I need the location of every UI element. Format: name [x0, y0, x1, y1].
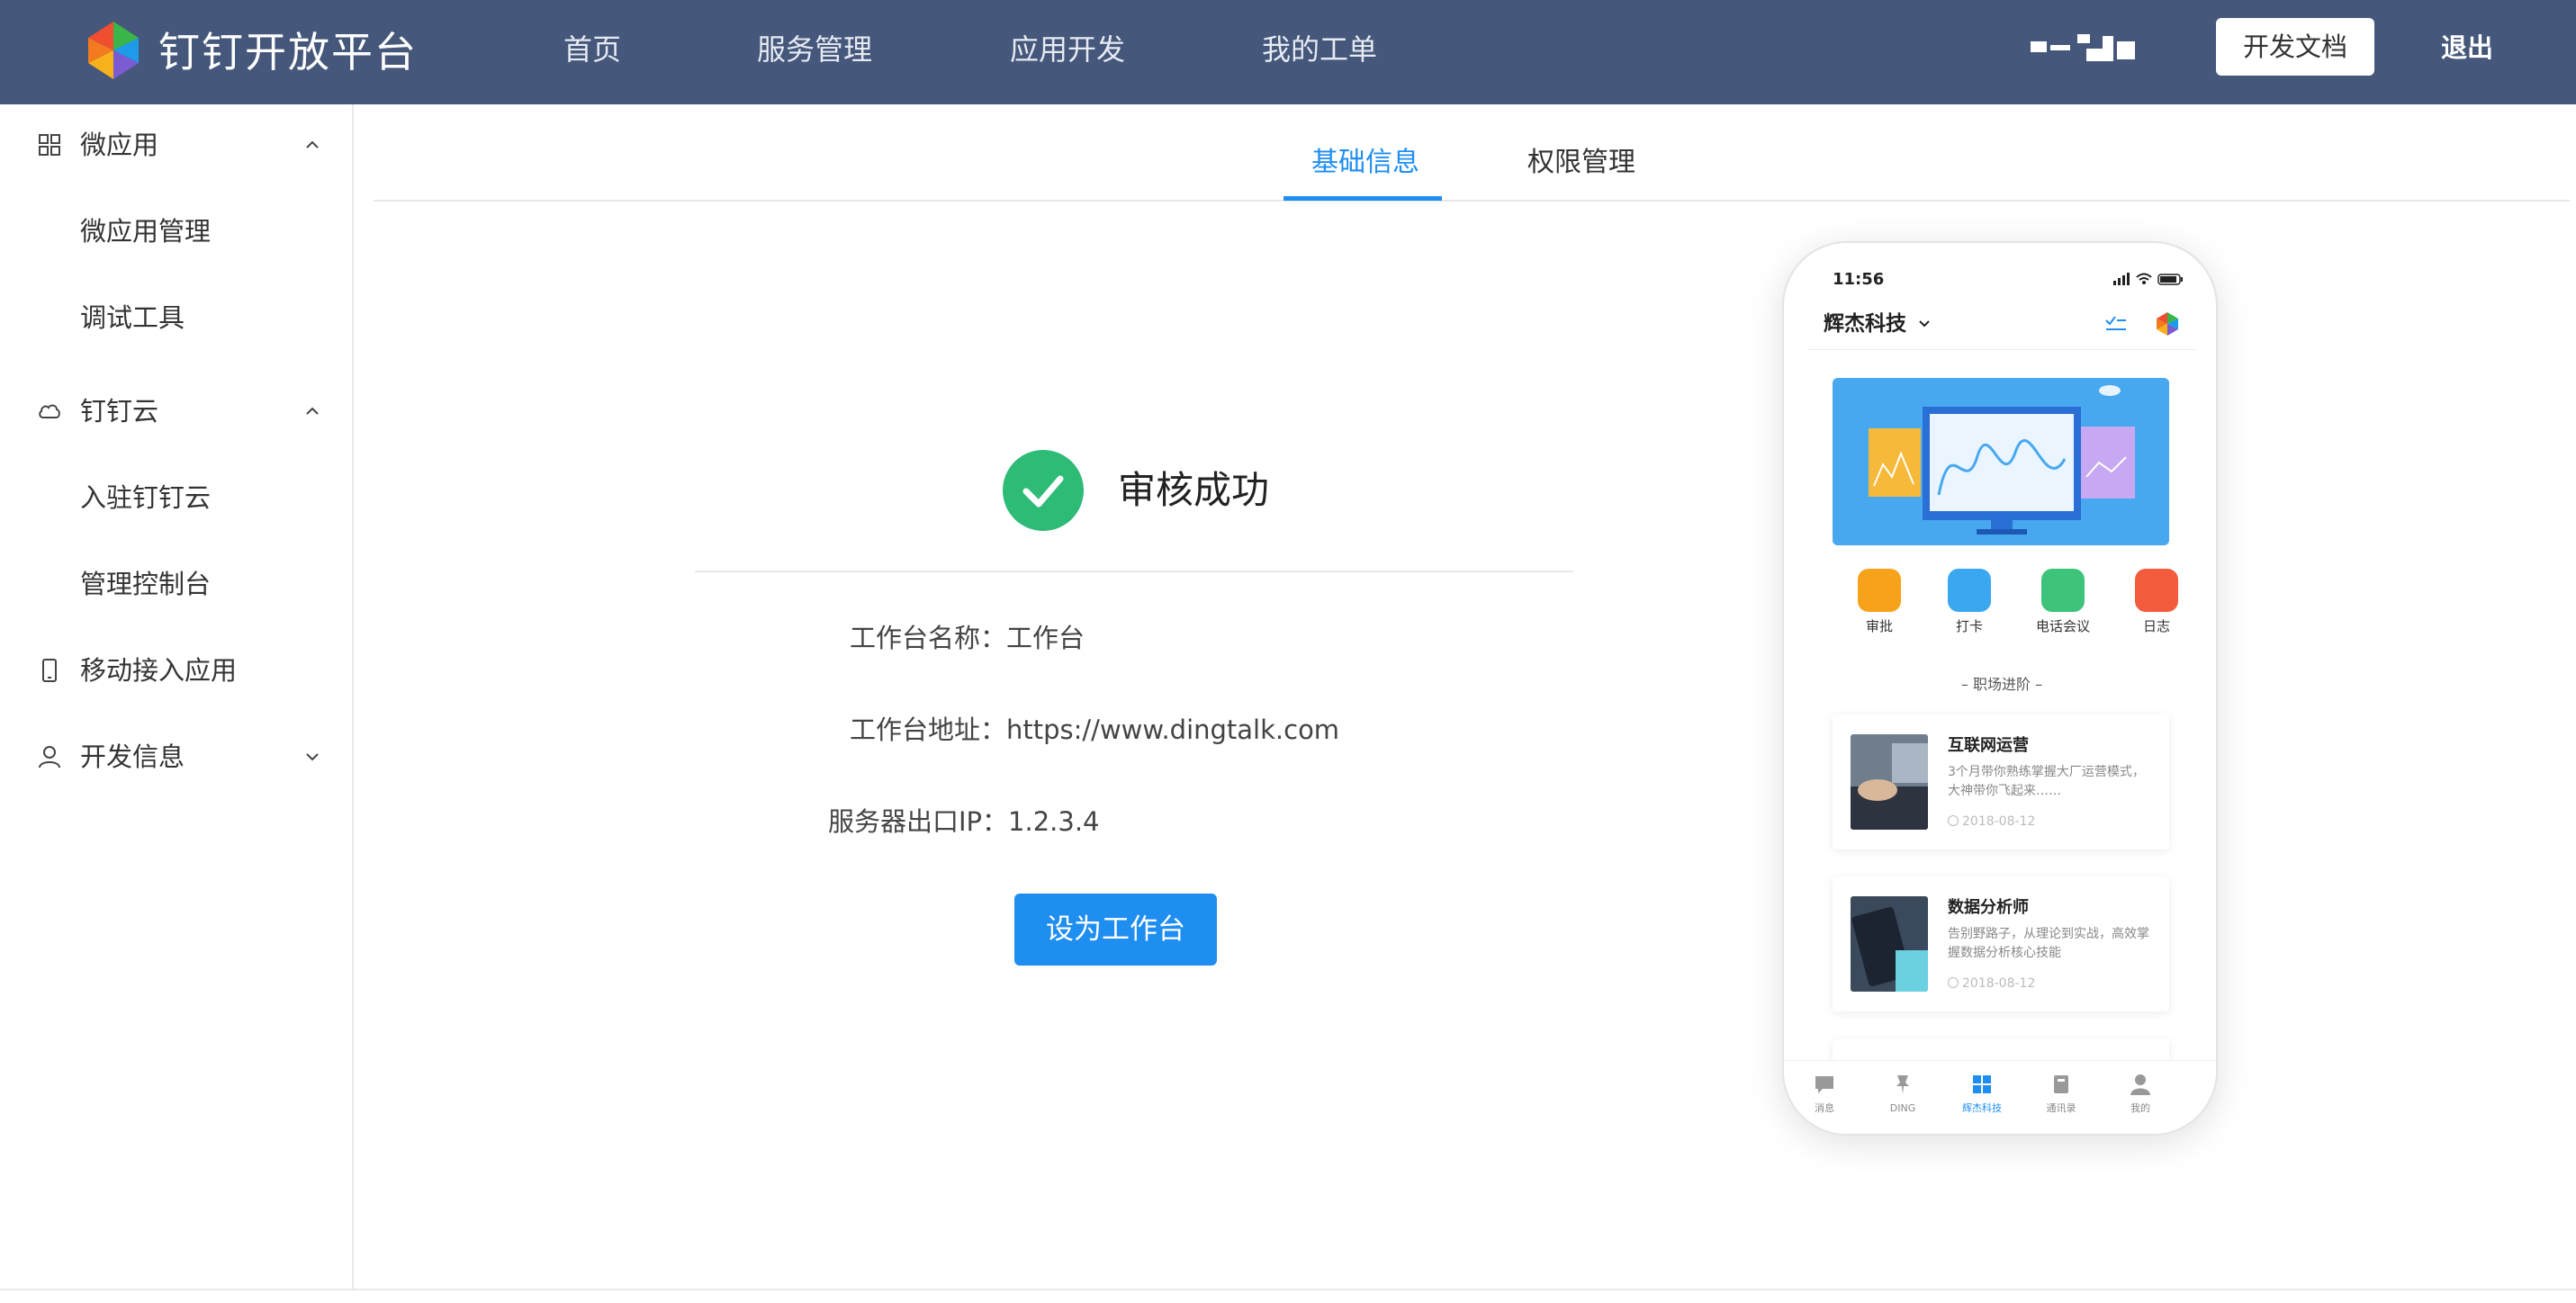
server-egress-ip: 服务器出口IP：1.2.3.4	[828, 806, 1100, 837]
status-bar-icons	[2113, 273, 2183, 285]
phone-app-label: 审批	[1865, 618, 1893, 634]
sidebar-group-label: 移动接入应用	[80, 655, 238, 686]
workbench-url: 工作台地址：https://www.dingtalk.com	[850, 714, 1340, 745]
course-title: 数据分析师	[1948, 898, 2029, 917]
top-header: 钉钉开放平台 首页 服务管理 应用开发 我的工单 开发文档 退出	[0, 0, 2576, 104]
course-thumbnail	[1851, 896, 1928, 992]
phone-tab-label: 辉杰科技	[1962, 1102, 2002, 1114]
page-bottom-border	[0, 1289, 2576, 1290]
phone-section-title: – 职场进阶 –	[1960, 676, 2043, 693]
sidebar-item-label: 管理控制台	[80, 569, 212, 599]
phone-header-separator	[1807, 349, 2196, 350]
sidebar-item-label: 调试工具	[80, 302, 185, 333]
sidebar-group-label: 微应用	[80, 130, 159, 160]
clock-icon	[1948, 815, 1959, 826]
course-date: 2018-08-12	[1948, 812, 2035, 831]
grid-icon	[39, 134, 60, 156]
chevron-down-icon	[1919, 320, 1930, 328]
course-thumbnail	[1851, 734, 1928, 830]
review-status-title: 审核成功	[1118, 468, 1270, 512]
workspace-grid-icon	[1973, 1075, 1991, 1093]
mobile-icon	[42, 659, 57, 682]
course-description: 告别野路子，从理论到实战，高效掌握数据分析核心技能	[1948, 927, 2149, 960]
course-description: 3个月带你熟练掌握大厂运营模式，大神带你飞起来……	[1948, 765, 2145, 798]
phone-course-card: 数据分析师 告别野路子，从理论到实战，高效掌握数据分析核心技能 2018-08-…	[1833, 876, 2169, 1011]
logout-link[interactable]: 退出	[2441, 25, 2493, 70]
sidebar-group-dingtalk-cloud[interactable]: 钉钉云	[0, 380, 352, 443]
sidebar-group-mobile-access[interactable]: 移动接入应用	[0, 639, 352, 702]
user-icon	[39, 746, 60, 768]
dev-docs-button[interactable]: 开发文档	[2216, 18, 2374, 76]
message-icon	[1815, 1076, 1833, 1093]
phone-company-name: 辉杰科技	[1824, 312, 1906, 336]
phone-time: 11:56	[1833, 270, 1885, 289]
success-check-icon	[1003, 450, 1084, 531]
phone-tab-label: 消息	[1815, 1102, 1834, 1114]
result-divider	[695, 571, 1573, 572]
phone-app-conference-icon	[2041, 569, 2085, 612]
phone-course-card: 互联网运营 3个月带你熟练掌握大厂运营模式，大神带你飞起来…… 2018-08-…	[1833, 714, 2169, 849]
cloud-icon	[39, 404, 60, 418]
dingtalk-mini-logo-icon	[2157, 312, 2178, 336]
set-as-workbench-button[interactable]: 设为工作台	[1014, 894, 1217, 966]
brand-title[interactable]: 钉钉开放平台	[158, 25, 418, 79]
sidebar-group-label: 钉钉云	[80, 396, 159, 427]
phone-banner-illustration	[1833, 378, 2169, 545]
person-icon	[2130, 1074, 2150, 1095]
phone-app-checkin-icon	[1948, 569, 1991, 612]
sidebar-item-join-dingtalk-cloud[interactable]: 入驻钉钉云	[0, 466, 352, 529]
course-date: 2018-08-12	[1948, 974, 2035, 993]
phone-tab-label: 我的	[2130, 1102, 2150, 1114]
phone-app-label: 日志	[2142, 618, 2170, 634]
chevron-down-icon	[306, 753, 319, 761]
phone-tab-label: DING	[1889, 1102, 1916, 1114]
phone-preview: 11:56 辉杰科技 审批 打卡 电话会议 日志 – 职场进阶 – 互联网运营 …	[1782, 241, 2218, 1136]
dingtalk-logo-icon[interactable]	[83, 20, 144, 81]
sidebar-item-label: 微应用管理	[80, 216, 212, 247]
phone-app-label: 电话会议	[2035, 618, 2090, 634]
sidebar-item-debug-tools[interactable]: 调试工具	[0, 286, 352, 349]
phone-app-label: 打卡	[1955, 618, 1983, 634]
clock-icon	[1948, 977, 1959, 988]
nav-service-management[interactable]: 服务管理	[757, 27, 872, 72]
phone-tab-me: 我的	[2104, 1074, 2176, 1128]
sidebar-group-microapp[interactable]: 微应用	[0, 113, 352, 176]
phone-tab-messages: 消息	[1788, 1074, 1860, 1128]
phone-tab-workspace: 辉杰科技	[1946, 1074, 2018, 1128]
sidebar-group-label: 开发信息	[80, 741, 185, 772]
chevron-up-icon	[306, 140, 319, 148]
checklist-icon	[2105, 316, 2126, 330]
phone-tab-ding: DING	[1867, 1074, 1939, 1128]
workbench-name: 工作台名称：工作台	[850, 623, 1085, 653]
active-tab-indicator	[1283, 196, 1442, 201]
phone-tab-label: 通讯录	[2046, 1102, 2076, 1114]
masked-username[interactable]	[2027, 31, 2144, 65]
course-date-text: 2018-08-12	[1962, 976, 2036, 991]
nav-my-tickets[interactable]: 我的工单	[1262, 27, 1377, 72]
phone-app-log-icon	[2135, 569, 2178, 612]
sidebar: 微应用 微应用管理 调试工具 钉钉云 入驻钉钉云 管理控制台 移动接入应用 开发…	[0, 104, 354, 1290]
phone-tab-bar: 消息 DING 辉杰科技 通讯录 我的	[1784, 1060, 2216, 1134]
tab-basic-info[interactable]: 基础信息	[1311, 140, 1419, 185]
nav-app-development[interactable]: 应用开发	[1010, 27, 1125, 72]
sidebar-item-management-console[interactable]: 管理控制台	[0, 553, 352, 616]
course-title: 互联网运营	[1948, 736, 2029, 755]
content-tabs: 基础信息 权限管理	[374, 131, 2570, 202]
sidebar-group-dev-info[interactable]: 开发信息	[0, 725, 352, 788]
nav-home[interactable]: 首页	[563, 27, 621, 72]
contacts-book-icon	[2054, 1075, 2068, 1093]
sidebar-item-microapp-management[interactable]: 微应用管理	[0, 200, 352, 263]
chevron-up-icon	[306, 407, 319, 415]
phone-app-approval-icon	[1858, 569, 1901, 612]
course-date-text: 2018-08-12	[1962, 814, 2036, 829]
pin-icon	[1896, 1075, 1909, 1094]
sidebar-item-label: 入驻钉钉云	[80, 482, 212, 513]
tab-permission-management[interactable]: 权限管理	[1527, 140, 1635, 185]
phone-tab-contacts: 通讯录	[2025, 1074, 2097, 1128]
